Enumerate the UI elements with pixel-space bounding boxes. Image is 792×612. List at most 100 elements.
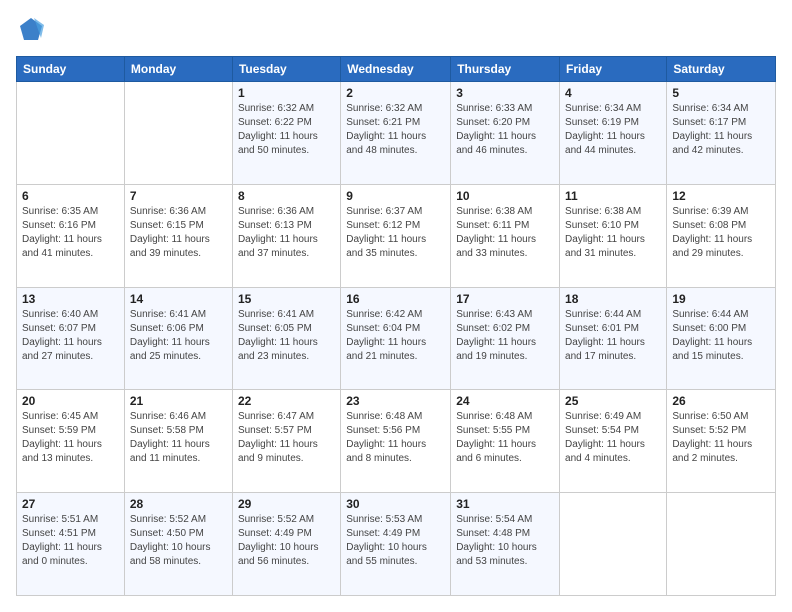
day-detail: Sunrise: 6:40 AMSunset: 6:07 PMDaylight:…	[22, 308, 119, 364]
day-cell: 23Sunrise: 6:48 AMSunset: 5:56 PMDayligh…	[341, 390, 451, 493]
day-number: 28	[130, 497, 227, 511]
day-detail: Sunrise: 6:43 AMSunset: 6:02 PMDaylight:…	[456, 308, 554, 364]
day-cell: 13 Sunrise: 6:40 AMSunset: 6:07 PMDayligh…	[17, 287, 125, 390]
day-detail: Sunrise: 6:41 AMSunset: 6:05 PMDaylight:…	[238, 308, 335, 364]
day-number: 4	[565, 86, 661, 100]
day-cell: 18 Sunrise: 6:44 AMSunset: 6:01 PMDayligh…	[560, 287, 667, 390]
day-cell: 27 Sunrise: 5:51 AMSunset: 4:51 PMDayligh…	[17, 493, 125, 596]
day-cell: 19Sunrise: 6:44 AMSunset: 6:00 PMDayligh…	[667, 287, 776, 390]
logo-icon	[16, 16, 46, 46]
day-cell: 24Sunrise: 6:48 AMSunset: 5:55 PMDayligh…	[451, 390, 560, 493]
calendar-table: SundayMondayTuesdayWednesdayThursdayFrid…	[16, 56, 776, 596]
day-number: 19	[672, 292, 770, 306]
logo	[16, 16, 50, 46]
day-detail: Sunrise: 6:37 AMSunset: 6:12 PMDaylight:…	[346, 205, 445, 261]
day-cell: 26 Sunrise: 6:50 AMSunset: 5:52 PMDayligh…	[667, 390, 776, 493]
day-cell: 11 Sunrise: 6:38 AMSunset: 6:10 PMDayligh…	[560, 184, 667, 287]
day-detail: Sunrise: 5:52 AMSunset: 4:50 PMDaylight:…	[130, 513, 227, 569]
day-cell: 9 Sunrise: 6:37 AMSunset: 6:12 PMDaylight…	[341, 184, 451, 287]
day-detail: Sunrise: 6:38 AMSunset: 6:10 PMDaylight:…	[565, 205, 661, 261]
day-detail: Sunrise: 6:32 AMSunset: 6:22 PMDaylight:…	[238, 102, 335, 158]
day-cell: 21 Sunrise: 6:46 AMSunset: 5:58 PMDayligh…	[124, 390, 232, 493]
page: SundayMondayTuesdayWednesdayThursdayFrid…	[0, 0, 792, 612]
weekday-header-row: SundayMondayTuesdayWednesdayThursdayFrid…	[17, 57, 776, 82]
day-cell	[560, 493, 667, 596]
day-number: 18	[565, 292, 661, 306]
weekday-header-friday: Friday	[560, 57, 667, 82]
day-number: 12	[672, 189, 770, 203]
day-cell: 2 Sunrise: 6:32 AMSunset: 6:21 PMDaylight…	[341, 82, 451, 185]
weekday-header-wednesday: Wednesday	[341, 57, 451, 82]
day-cell: 4 Sunrise: 6:34 AMSunset: 6:19 PMDaylight…	[560, 82, 667, 185]
day-number: 3	[456, 86, 554, 100]
day-number: 13	[22, 292, 119, 306]
day-detail: Sunrise: 6:36 AMSunset: 6:13 PMDaylight:…	[238, 205, 335, 261]
day-number: 5	[672, 86, 770, 100]
day-detail: Sunrise: 6:34 AMSunset: 6:19 PMDaylight:…	[565, 102, 661, 158]
day-detail: Sunrise: 6:50 AMSunset: 5:52 PMDaylight:…	[672, 410, 770, 466]
day-detail: Sunrise: 6:45 AMSunset: 5:59 PMDaylight:…	[22, 410, 119, 466]
day-detail: Sunrise: 6:35 AMSunset: 6:16 PMDaylight:…	[22, 205, 119, 261]
day-detail: Sunrise: 6:44 AMSunset: 6:01 PMDaylight:…	[565, 308, 661, 364]
day-number: 10	[456, 189, 554, 203]
week-row-1: 1 Sunrise: 6:32 AMSunset: 6:22 PMDaylight…	[17, 82, 776, 185]
day-number: 27	[22, 497, 119, 511]
week-row-4: 20Sunrise: 6:45 AMSunset: 5:59 PMDayligh…	[17, 390, 776, 493]
day-cell: 3 Sunrise: 6:33 AMSunset: 6:20 PMDaylight…	[451, 82, 560, 185]
weekday-header-saturday: Saturday	[667, 57, 776, 82]
day-number: 31	[456, 497, 554, 511]
day-number: 25	[565, 394, 661, 408]
weekday-header-thursday: Thursday	[451, 57, 560, 82]
day-cell: 30 Sunrise: 5:53 AMSunset: 4:49 PMDayligh…	[341, 493, 451, 596]
header	[16, 16, 776, 46]
day-cell: 5 Sunrise: 6:34 AMSunset: 6:17 PMDaylight…	[667, 82, 776, 185]
day-detail: Sunrise: 6:33 AMSunset: 6:20 PMDaylight:…	[456, 102, 554, 158]
day-detail: Sunrise: 5:51 AMSunset: 4:51 PMDaylight:…	[22, 513, 119, 569]
day-detail: Sunrise: 6:46 AMSunset: 5:58 PMDaylight:…	[130, 410, 227, 466]
day-detail: Sunrise: 6:38 AMSunset: 6:11 PMDaylight:…	[456, 205, 554, 261]
day-cell: 15Sunrise: 6:41 AMSunset: 6:05 PMDayligh…	[232, 287, 340, 390]
day-cell: 14 Sunrise: 6:41 AMSunset: 6:06 PMDayligh…	[124, 287, 232, 390]
day-detail: Sunrise: 6:41 AMSunset: 6:06 PMDaylight:…	[130, 308, 227, 364]
day-number: 21	[130, 394, 227, 408]
day-number: 29	[238, 497, 335, 511]
day-cell	[124, 82, 232, 185]
day-detail: Sunrise: 6:39 AMSunset: 6:08 PMDaylight:…	[672, 205, 770, 261]
day-detail: Sunrise: 6:32 AMSunset: 6:21 PMDaylight:…	[346, 102, 445, 158]
day-cell: 6Sunrise: 6:35 AMSunset: 6:16 PMDaylight…	[17, 184, 125, 287]
day-number: 11	[565, 189, 661, 203]
day-cell	[667, 493, 776, 596]
day-number: 22	[238, 394, 335, 408]
week-row-2: 6Sunrise: 6:35 AMSunset: 6:16 PMDaylight…	[17, 184, 776, 287]
day-detail: Sunrise: 5:53 AMSunset: 4:49 PMDaylight:…	[346, 513, 445, 569]
day-cell: 22 Sunrise: 6:47 AMSunset: 5:57 PMDayligh…	[232, 390, 340, 493]
day-number: 26	[672, 394, 770, 408]
day-number: 2	[346, 86, 445, 100]
day-cell: 20Sunrise: 6:45 AMSunset: 5:59 PMDayligh…	[17, 390, 125, 493]
day-detail: Sunrise: 6:42 AMSunset: 6:04 PMDaylight:…	[346, 308, 445, 364]
weekday-header-monday: Monday	[124, 57, 232, 82]
day-cell: 1 Sunrise: 6:32 AMSunset: 6:22 PMDaylight…	[232, 82, 340, 185]
day-number: 1	[238, 86, 335, 100]
day-detail: Sunrise: 5:54 AMSunset: 4:48 PMDaylight:…	[456, 513, 554, 569]
day-cell: 25 Sunrise: 6:49 AMSunset: 5:54 PMDayligh…	[560, 390, 667, 493]
day-detail: Sunrise: 6:49 AMSunset: 5:54 PMDaylight:…	[565, 410, 661, 466]
day-cell: 28 Sunrise: 5:52 AMSunset: 4:50 PMDayligh…	[124, 493, 232, 596]
day-number: 14	[130, 292, 227, 306]
weekday-header-tuesday: Tuesday	[232, 57, 340, 82]
day-number: 9	[346, 189, 445, 203]
day-number: 17	[456, 292, 554, 306]
day-number: 23	[346, 394, 445, 408]
day-cell: 29Sunrise: 5:52 AMSunset: 4:49 PMDayligh…	[232, 493, 340, 596]
weekday-header-sunday: Sunday	[17, 57, 125, 82]
day-cell	[17, 82, 125, 185]
day-detail: Sunrise: 6:47 AMSunset: 5:57 PMDaylight:…	[238, 410, 335, 466]
day-detail: Sunrise: 6:34 AMSunset: 6:17 PMDaylight:…	[672, 102, 770, 158]
day-cell: 10 Sunrise: 6:38 AMSunset: 6:11 PMDayligh…	[451, 184, 560, 287]
day-cell: 17 Sunrise: 6:43 AMSunset: 6:02 PMDayligh…	[451, 287, 560, 390]
day-number: 30	[346, 497, 445, 511]
day-cell: 31 Sunrise: 5:54 AMSunset: 4:48 PMDayligh…	[451, 493, 560, 596]
day-detail: Sunrise: 6:48 AMSunset: 5:55 PMDaylight:…	[456, 410, 554, 466]
day-cell: 16 Sunrise: 6:42 AMSunset: 6:04 PMDayligh…	[341, 287, 451, 390]
day-number: 16	[346, 292, 445, 306]
